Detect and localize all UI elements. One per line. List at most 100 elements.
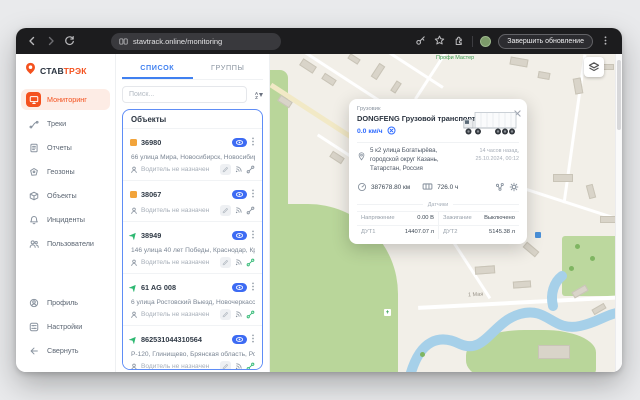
visibility-eye-icon[interactable]	[232, 335, 247, 344]
page-scrollbar[interactable]	[615, 54, 622, 372]
bookmark-star-icon[interactable]	[434, 35, 446, 47]
visibility-eye-icon[interactable]	[232, 138, 247, 147]
sidebar-item-reports[interactable]: Отчеты	[21, 137, 110, 158]
kebab-menu-icon[interactable]	[251, 330, 255, 348]
objects-list: 36980 66 улица Мира, Новосибирск, Новоси…	[123, 128, 262, 370]
kebab-menu-icon[interactable]	[251, 185, 255, 203]
object-name: 38949	[141, 231, 228, 240]
object-card[interactable]: 61 AG 008 6 улица Ростовский Выезд, Ново…	[123, 273, 262, 325]
link-route-icon[interactable]	[246, 310, 255, 319]
sidebar-item-label: Профиль	[47, 298, 78, 307]
sensor-value: 14407.07 л	[405, 229, 434, 235]
sensor-value: 5145.38 л	[489, 229, 515, 235]
address-bar[interactable]: stavtrack.online/monitoring	[111, 33, 281, 50]
edit-pencil-icon[interactable]	[220, 257, 231, 268]
browser-window: stavtrack.online/monitoring Завершить об…	[16, 28, 622, 372]
extensions-icon[interactable]	[453, 35, 465, 47]
map-layers-button[interactable]	[584, 57, 604, 77]
menu-dots-icon[interactable]	[600, 35, 612, 47]
map[interactable]: + Профи Мастер 1 Мая DONGFENG Грузовой т…	[270, 54, 615, 372]
link-route-icon[interactable]	[246, 206, 255, 215]
connection-icon[interactable]	[234, 362, 243, 370]
finish-update-button[interactable]: Завершить обновление	[498, 34, 593, 49]
link-route-icon[interactable]	[246, 362, 255, 370]
engine-off-icon	[387, 126, 396, 137]
sidebar-item-label: Настройки	[47, 322, 82, 331]
edit-pencil-icon[interactable]	[220, 205, 231, 216]
reports-icon	[26, 140, 41, 155]
map-building	[347, 54, 360, 65]
sidebar-item-label: Свернуть	[47, 346, 79, 355]
driver-icon	[130, 311, 138, 319]
edit-pencil-icon[interactable]	[220, 164, 231, 175]
sidebar-item-incidents[interactable]: Инциденты	[21, 209, 110, 230]
connection-icon[interactable]	[234, 206, 243, 215]
object-card[interactable]: 862531044310564 Р-120, Глинищево, Брянск…	[123, 325, 262, 370]
map-building	[390, 80, 402, 93]
kebab-menu-icon[interactable]	[251, 278, 255, 296]
sensor-value: Выключено	[484, 215, 515, 221]
sidebar-item-profile[interactable]: Профиль	[21, 292, 110, 313]
link-route-icon[interactable]	[246, 258, 255, 267]
sidebar-item-settings[interactable]: Настройки	[21, 316, 110, 337]
app-logo: СТАВТРЭК	[24, 62, 110, 80]
back-icon[interactable]	[26, 35, 38, 47]
visibility-eye-icon[interactable]	[232, 283, 247, 292]
tab-groups[interactable]: ГРУППЫ	[193, 59, 264, 79]
search-input[interactable]	[122, 86, 247, 103]
gear-icon[interactable]	[509, 179, 519, 197]
sidebar-item-users[interactable]: Пользователи	[21, 233, 110, 254]
reload-icon[interactable]	[64, 35, 76, 47]
map-road	[418, 294, 615, 310]
sidebar-item-tracks[interactable]: Треки	[21, 113, 110, 134]
sidebar-item-collapse[interactable]: Свернуть	[21, 340, 110, 361]
logo-text-orange: ТРЭК	[64, 66, 87, 76]
popup-timestamp: 14 часов назад, 25.10.2024, 00:12	[465, 147, 519, 174]
object-name: 38067	[141, 190, 228, 199]
link-route-icon[interactable]	[246, 165, 255, 174]
connection-icon[interactable]	[234, 165, 243, 174]
sensors-nodes-icon[interactable]	[495, 179, 505, 197]
edit-pencil-icon[interactable]	[220, 309, 231, 320]
visibility-eye-icon[interactable]	[232, 231, 247, 240]
object-address: 66 улица Мира, Новосибирск, Новосибирска…	[131, 154, 255, 161]
map-building	[321, 73, 337, 86]
driver-icon	[130, 166, 138, 174]
driver-icon	[130, 259, 138, 267]
browser-chrome: stavtrack.online/monitoring Завершить об…	[16, 28, 622, 54]
object-card[interactable]: 38067 Водитель не назначен	[123, 180, 262, 221]
status-icon	[129, 282, 139, 292]
connection-icon[interactable]	[234, 310, 243, 319]
visibility-eye-icon[interactable]	[232, 190, 247, 199]
kebab-menu-icon[interactable]	[251, 226, 255, 244]
object-name: 36980	[141, 138, 228, 147]
popup-engine-hours: 726.0 ч	[437, 184, 458, 191]
tab-list[interactable]: СПИСОК	[122, 59, 193, 79]
forward-icon[interactable]	[45, 35, 57, 47]
object-card[interactable]: 38949 146 улица 40 лет Победы, Краснодар…	[123, 221, 262, 273]
key-icon[interactable]	[415, 35, 427, 47]
connection-icon[interactable]	[234, 258, 243, 267]
map-building	[537, 71, 550, 80]
parking-poi-icon	[535, 232, 541, 238]
avatar[interactable]	[480, 36, 491, 47]
sensor-cell: Напряжение 0.00 В	[357, 211, 438, 225]
sidebar-item-label: Геозоны	[47, 167, 75, 176]
sensor-cell: ДУТ2 5145.38 л	[438, 225, 519, 239]
driver-label: Водитель не назначен	[141, 207, 217, 214]
tracks-icon	[26, 116, 41, 131]
objects-group-title: Объекты	[123, 110, 262, 128]
monitor-icon	[26, 92, 41, 107]
sidebar-item-objects[interactable]: Объекты	[21, 185, 110, 206]
kebab-menu-icon[interactable]	[251, 133, 255, 151]
panel-tabs: СПИСОК ГРУППЫ	[122, 59, 263, 80]
popup-speed: 0.0 км/ч	[357, 128, 383, 135]
sort-az-icon[interactable]: AZ	[253, 91, 263, 99]
sidebar-item-geozones[interactable]: Геозоны	[21, 161, 110, 182]
sidebar-item-monitor[interactable]: Мониторинг	[21, 89, 110, 110]
edit-pencil-icon[interactable]	[220, 361, 231, 370]
object-card[interactable]: 36980 66 улица Мира, Новосибирск, Новоси…	[123, 128, 262, 180]
settings-icon	[26, 319, 41, 334]
driver-icon	[130, 207, 138, 215]
driver-label: Водитель не назначен	[141, 363, 217, 370]
